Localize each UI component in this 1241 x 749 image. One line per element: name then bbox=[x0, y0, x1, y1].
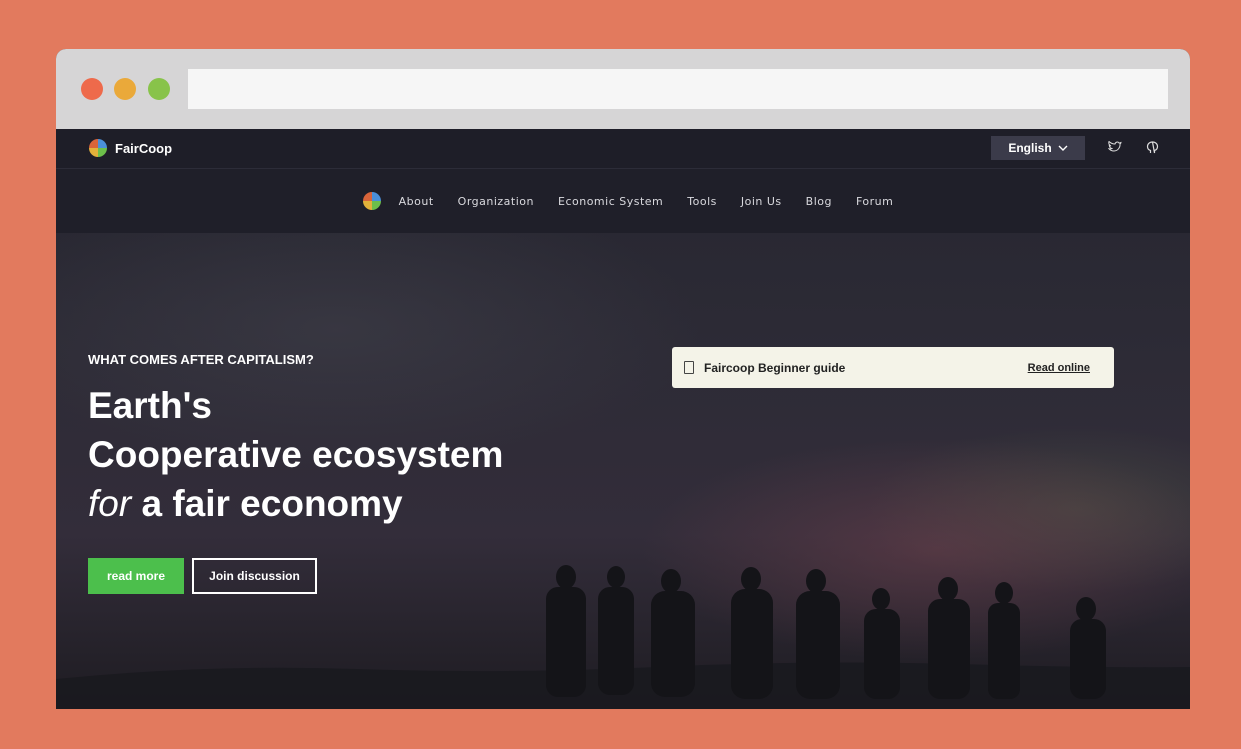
chevron-down-icon bbox=[1058, 145, 1068, 151]
twitter-icon[interactable] bbox=[1106, 138, 1124, 156]
nav-item-economic-system[interactable]: Economic System bbox=[558, 195, 663, 208]
book-icon bbox=[684, 361, 694, 374]
nav-item-about[interactable]: About bbox=[399, 195, 434, 208]
hero-title-line-1: Earth's bbox=[88, 385, 212, 426]
close-window-dot[interactable] bbox=[81, 78, 103, 100]
page-content: FairCoop English About Organization Econ… bbox=[56, 129, 1190, 709]
hero-title-line-2: Cooperative ecosystem bbox=[88, 434, 504, 475]
people-silhouette-image bbox=[56, 565, 1190, 709]
top-bar: FairCoop English bbox=[56, 129, 1190, 169]
guide-title: Faircoop Beginner guide bbox=[704, 360, 846, 375]
nav-item-blog[interactable]: Blog bbox=[806, 195, 832, 208]
hero-title: Earth's Cooperative ecosystem for a fair… bbox=[88, 381, 503, 528]
language-label: English bbox=[1008, 141, 1052, 155]
hero-kicker: WHAT COMES AFTER CAPITALISM? bbox=[88, 352, 314, 367]
main-nav: About Organization Economic System Tools… bbox=[56, 169, 1190, 233]
faircoop-nav-logo-icon[interactable] bbox=[362, 192, 381, 210]
brand-name: FairCoop bbox=[115, 140, 173, 156]
github-icon[interactable] bbox=[1143, 138, 1161, 156]
address-bar[interactable] bbox=[188, 69, 1168, 109]
browser-window: FairCoop English About Organization Econ… bbox=[56, 49, 1190, 709]
language-select[interactable]: English bbox=[991, 136, 1085, 160]
hero-title-em: for bbox=[88, 483, 132, 524]
read-online-link[interactable]: Read online bbox=[1028, 362, 1090, 374]
hero-title-rest: a fair economy bbox=[131, 483, 403, 524]
nav-item-organization[interactable]: Organization bbox=[458, 195, 534, 208]
beginner-guide-banner: Faircoop Beginner guide Read online bbox=[672, 347, 1114, 388]
minimize-window-dot[interactable] bbox=[114, 78, 136, 100]
nav-item-tools[interactable]: Tools bbox=[687, 195, 717, 208]
nav-item-forum[interactable]: Forum bbox=[856, 195, 893, 208]
browser-chrome bbox=[56, 49, 1190, 129]
nav-item-join-us[interactable]: Join Us bbox=[741, 195, 782, 208]
hero-title-line-3: for a fair economy bbox=[88, 479, 503, 528]
brand[interactable]: FairCoop bbox=[89, 139, 172, 157]
maximize-window-dot[interactable] bbox=[148, 78, 170, 100]
faircoop-logo-icon bbox=[89, 139, 107, 157]
